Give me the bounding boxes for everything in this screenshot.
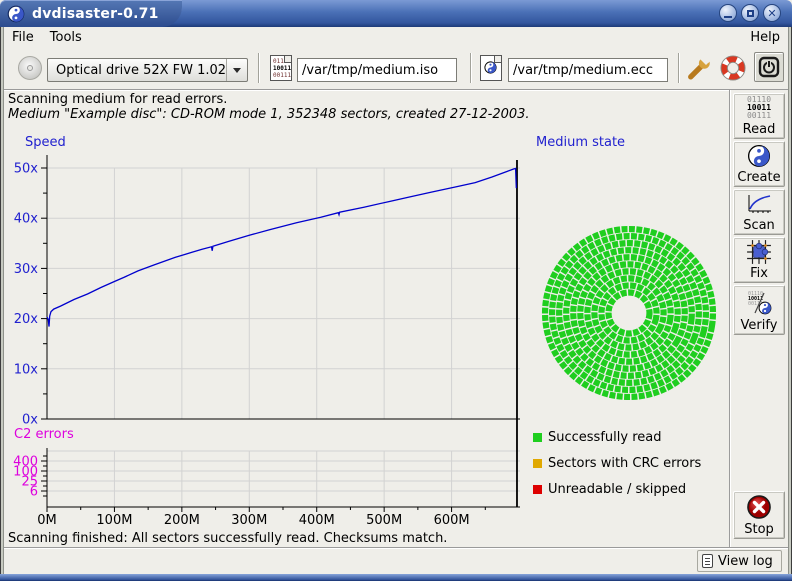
svg-text:10x: 10x	[14, 362, 39, 377]
binary-yinyang-icon: 01110 10011 00111	[746, 286, 772, 318]
quit-button[interactable]	[754, 52, 784, 82]
svg-text:0x: 0x	[22, 413, 38, 428]
toolbar: Optical drive 52X FW 1.02 011 10011 0011…	[4, 47, 788, 90]
view-log-button[interactable]: View log	[697, 550, 782, 572]
legend-item-unreadable: Unreadable / skipped	[533, 476, 701, 502]
stop-button[interactable]: Stop	[733, 491, 785, 539]
svg-text:50x: 50x	[14, 162, 39, 177]
yin-yang-icon	[747, 142, 771, 170]
binary-lines-icon: 011101001100111	[747, 94, 771, 122]
svg-text:400M: 400M	[299, 513, 335, 528]
ecc-file-input[interactable]	[508, 58, 668, 82]
svg-text:30x: 30x	[14, 262, 39, 277]
app-yinyang-icon	[7, 5, 25, 23]
lifebelt-icon[interactable]	[720, 55, 746, 81]
legend-item-read: Successfully read	[533, 424, 701, 450]
log-list-icon	[702, 554, 713, 568]
menubar: File Tools Help	[4, 27, 788, 47]
speed-curve-icon	[745, 190, 773, 218]
scan-result-status: Scanning finished: All sectors successfu…	[8, 531, 708, 546]
menu-tools[interactable]: Tools	[42, 28, 90, 47]
toolbar-separator	[470, 53, 472, 83]
medium-state-disc	[541, 224, 719, 404]
amber-swatch	[533, 459, 542, 468]
main-area: Scanning medium for read errors. Medium …	[4, 90, 729, 529]
drive-select-value: Optical drive 52X FW 1.02	[48, 63, 226, 78]
green-swatch	[533, 433, 542, 442]
legend-label: Successfully read	[548, 430, 661, 445]
toolbar-separator	[258, 53, 260, 83]
window-border-right	[788, 27, 792, 574]
view-log-label: View log	[718, 554, 773, 569]
svg-text:100M: 100M	[96, 513, 132, 528]
puzzle-grid-icon	[746, 238, 772, 266]
svg-text:200M: 200M	[164, 513, 200, 528]
scan-button[interactable]: Scan	[733, 189, 785, 235]
minimize-button[interactable]	[719, 4, 737, 22]
image-file-icon: 011 10011 00111	[270, 55, 292, 81]
close-icon: ✕	[767, 8, 776, 19]
menu-help[interactable]: Help	[742, 28, 788, 47]
maximize-icon	[747, 10, 754, 17]
menu-file[interactable]: File	[4, 28, 42, 47]
ecc-file-icon	[480, 55, 502, 81]
fix-button[interactable]: Fix	[733, 237, 785, 283]
legend-label: Unreadable / skipped	[548, 482, 686, 497]
titlebar[interactable]: dvdisaster-0.71 ✕	[0, 0, 792, 27]
svg-text:500M: 500M	[366, 513, 402, 528]
drive-select[interactable]: Optical drive 52X FW 1.02	[47, 58, 248, 82]
svg-text:0M: 0M	[37, 513, 57, 528]
create-button[interactable]: Create	[733, 141, 785, 187]
close-button[interactable]: ✕	[763, 4, 781, 22]
minimize-icon	[724, 16, 732, 18]
svg-text:6: 6	[30, 485, 38, 500]
stop-x-icon	[746, 492, 772, 522]
red-swatch	[533, 485, 542, 494]
svg-text:600M: 600M	[434, 513, 470, 528]
window-border-bottom[interactable]	[0, 574, 792, 581]
svg-text:20x: 20x	[14, 312, 39, 327]
legend-item-crc: Sectors with CRC errors	[533, 450, 701, 476]
verify-button[interactable]: 01110 10011 00111 Verify	[733, 285, 785, 335]
window-title: dvdisaster-0.71	[32, 6, 159, 22]
action-sidebar: 011101001100111 Read Create	[729, 90, 788, 547]
titlebar-tab: dvdisaster-0.71	[0, 0, 182, 27]
svg-text:300M: 300M	[231, 513, 267, 528]
read-button[interactable]: 011101001100111 Read	[733, 93, 785, 139]
svg-text:40x: 40x	[14, 212, 39, 227]
drive-select-arrow-button[interactable]	[226, 59, 247, 81]
optical-drive-icon	[18, 56, 42, 80]
legend-label: Sectors with CRC errors	[548, 456, 701, 471]
wrench-icon[interactable]	[686, 55, 712, 81]
medium-state-legend: Successfully read Sectors with CRC error…	[533, 424, 701, 502]
app-window: dvdisaster-0.71 ✕ File Tools Help Optica…	[0, 0, 792, 581]
iso-file-input[interactable]	[297, 58, 457, 82]
chevron-down-icon	[233, 68, 241, 73]
maximize-button[interactable]	[741, 4, 759, 22]
power-icon	[758, 56, 780, 78]
toolbar-separator	[678, 53, 680, 83]
footer-bar: View log	[4, 549, 788, 574]
